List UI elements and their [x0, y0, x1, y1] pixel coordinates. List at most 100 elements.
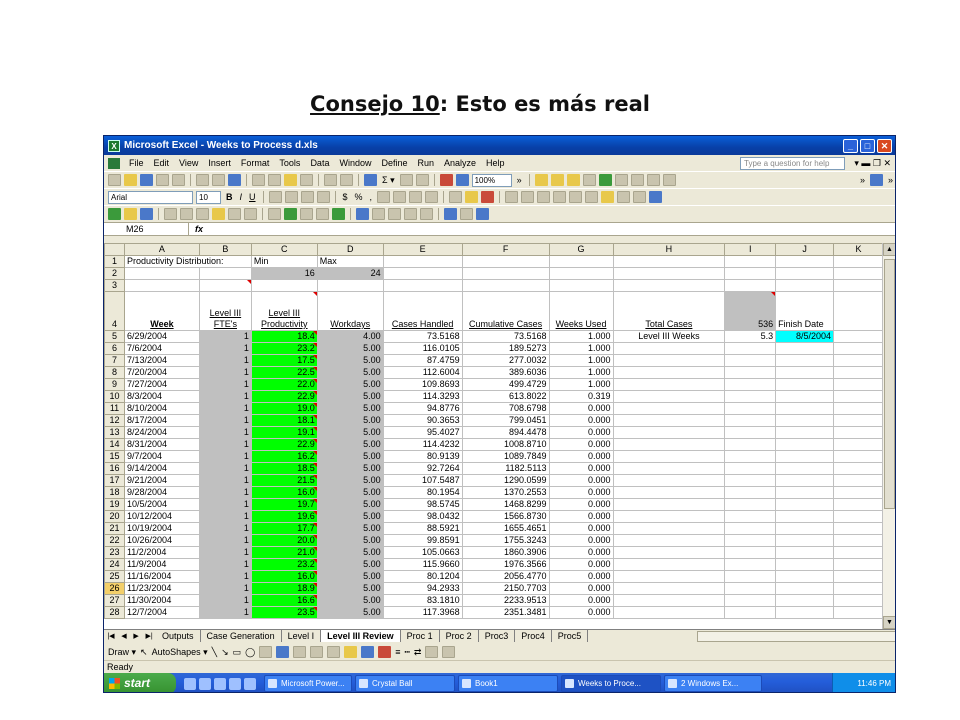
cell-fte[interactable]: 1	[198, 534, 252, 547]
vertical-scrollbar[interactable]: ▲ ▼	[882, 243, 895, 629]
cell[interactable]	[724, 510, 777, 523]
create-report-icon[interactable]	[444, 208, 457, 220]
cell-weeks-used[interactable]: 0.000	[548, 438, 614, 451]
cell[interactable]	[612, 462, 726, 475]
cell-level-iii-weeks-value[interactable]: 5.3	[724, 330, 777, 343]
cell-cases-handled[interactable]: 92.7264	[382, 462, 463, 475]
line-color-icon[interactable]	[361, 646, 375, 658]
cell[interactable]	[833, 342, 884, 355]
cell[interactable]	[833, 510, 884, 523]
cell-a1[interactable]: Productivity Distribution:	[123, 255, 252, 268]
cell-weeks-used[interactable]: 0.000	[548, 522, 614, 535]
diagram-icon[interactable]	[293, 646, 307, 658]
task-weeks-to-process[interactable]: Weeks to Proce...	[561, 675, 661, 692]
row-header[interactable]: 12	[104, 414, 125, 427]
cell-productivity[interactable]: 19.1	[250, 426, 318, 439]
extract-data-icon[interactable]	[460, 208, 473, 220]
stop-simulation-icon[interactable]	[300, 208, 313, 220]
cell-cumulative-cases[interactable]: 277.0032	[461, 354, 550, 367]
cell-productivity[interactable]: 16.0	[250, 486, 318, 499]
row-header[interactable]: 1	[104, 255, 125, 268]
start-button[interactable]: start	[104, 673, 176, 692]
bold-button[interactable]: B	[224, 192, 235, 202]
cell-d1[interactable]: Max	[316, 255, 384, 268]
cell-cases-handled[interactable]: 117.3968	[382, 606, 463, 619]
cell[interactable]	[833, 267, 884, 280]
cell[interactable]	[612, 279, 726, 292]
cb-help-icon[interactable]	[476, 208, 489, 220]
cell[interactable]	[775, 462, 835, 475]
cell-weeks-used[interactable]: 1.000	[548, 342, 614, 355]
tab-outputs[interactable]: Outputs	[156, 630, 201, 642]
cell-cases-handled[interactable]: 80.1204	[382, 570, 463, 583]
cell[interactable]	[724, 582, 777, 595]
cell-cases-handled[interactable]: 98.0432	[382, 510, 463, 523]
row-header[interactable]: 11	[104, 402, 125, 415]
forecast-windows-icon[interactable]	[356, 208, 369, 220]
fx-icon[interactable]: fx	[189, 224, 209, 234]
define-decision-tb-icon[interactable]	[124, 208, 137, 220]
row-header[interactable]: 15	[104, 450, 125, 463]
prev-sheet-icon[interactable]: ◀	[121, 632, 126, 640]
tab-proc3[interactable]: Proc3	[478, 630, 516, 642]
row-header[interactable]: 10	[104, 390, 125, 403]
cell-workdays[interactable]: 5.00	[316, 582, 384, 595]
cb-tool-e-icon[interactable]	[617, 191, 631, 203]
cell-weeks-used[interactable]: 0.000	[548, 594, 614, 607]
cell[interactable]	[250, 279, 318, 292]
cell[interactable]	[316, 279, 384, 292]
format-painter-icon[interactable]	[300, 174, 313, 186]
row-header[interactable]: 8	[104, 366, 125, 379]
cell-workdays[interactable]: 5.00	[316, 462, 384, 475]
quicklaunch-a-icon[interactable]	[184, 677, 196, 690]
cell-cumulative-cases[interactable]: 1290.0599	[461, 474, 550, 487]
cell-productivity[interactable]: 23.5	[250, 606, 318, 619]
cell-fte[interactable]: 1	[198, 378, 252, 391]
cell-weeks-used[interactable]: 0.000	[548, 462, 614, 475]
cell-week[interactable]: 7/20/2004	[123, 366, 200, 379]
cell-week[interactable]: 7/13/2004	[123, 354, 200, 367]
cell-cumulative-cases[interactable]: 1008.8710	[461, 438, 550, 451]
cell[interactable]	[775, 438, 835, 451]
cell[interactable]	[724, 402, 777, 415]
cell-fte[interactable]: 1	[198, 498, 252, 511]
align-center-icon[interactable]	[284, 191, 298, 203]
cell[interactable]	[775, 342, 835, 355]
cell-week[interactable]: 10/19/2004	[123, 522, 200, 535]
picture-icon[interactable]	[327, 646, 341, 658]
cell-week[interactable]: 11/9/2004	[123, 558, 200, 571]
cell-cases-handled[interactable]: 87.4759	[382, 354, 463, 367]
close-button[interactable]: ✕	[877, 138, 892, 153]
formula-input[interactable]	[209, 223, 895, 235]
cut-icon[interactable]	[252, 174, 265, 186]
row-header[interactable]: 17	[104, 474, 125, 487]
decrease-decimal-icon[interactable]	[393, 191, 407, 203]
cell[interactable]	[548, 279, 614, 292]
cell-cumulative-cases[interactable]: 2150.7703	[461, 582, 550, 595]
run-preferences-icon[interactable]	[268, 208, 281, 220]
cell-fte[interactable]: 1	[198, 594, 252, 607]
cell-weeks-used[interactable]: 0.000	[548, 558, 614, 571]
cell-cumulative-cases[interactable]: 1976.3566	[461, 558, 550, 571]
cell-weeks-used[interactable]: 1.000	[548, 330, 614, 343]
cell-week[interactable]: 11/2/2004	[123, 546, 200, 559]
cell[interactable]	[548, 267, 614, 280]
cell[interactable]	[833, 366, 884, 379]
cell-fte[interactable]: 1	[198, 342, 252, 355]
quicklaunch-d-icon[interactable]	[229, 677, 241, 690]
cell-cumulative-cases[interactable]: 1370.2553	[461, 486, 550, 499]
cell[interactable]	[461, 279, 550, 292]
font-color-icon[interactable]	[481, 191, 495, 203]
cb-tools-icon[interactable]	[662, 174, 676, 186]
cell-weeks-used[interactable]: 0.319	[548, 390, 614, 403]
cell[interactable]	[612, 594, 726, 607]
row-header[interactable]: 16	[104, 462, 125, 475]
header-workdays[interactable]: Workdays	[316, 291, 384, 331]
decrease-indent-icon[interactable]	[409, 191, 423, 203]
cell-cases-handled[interactable]: 88.5921	[382, 522, 463, 535]
spelling-icon[interactable]	[228, 174, 241, 186]
cell[interactable]	[833, 450, 884, 463]
cell[interactable]	[612, 486, 726, 499]
cell-fte[interactable]: 1	[198, 606, 252, 619]
cell-fte[interactable]: 1	[198, 510, 252, 523]
